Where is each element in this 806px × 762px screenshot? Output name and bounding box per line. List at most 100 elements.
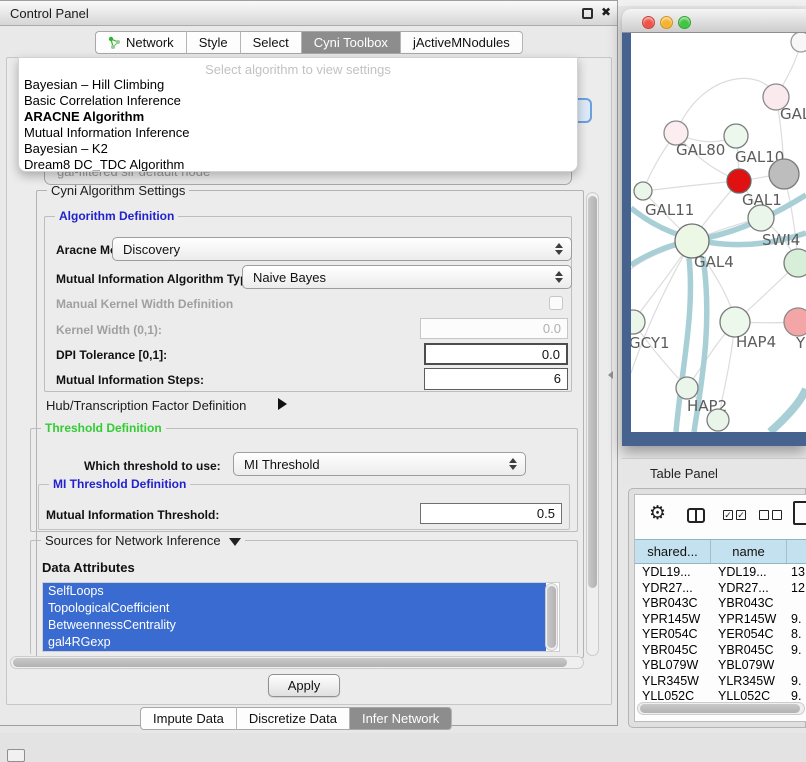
minimize-traffic-light-icon[interactable] <box>660 16 673 29</box>
table-cell: YER054C <box>711 627 787 643</box>
expand-arrow-icon[interactable] <box>278 398 287 410</box>
network-node-gcy1[interactable] <box>631 310 645 334</box>
algorithm-option[interactable]: Bayesian – Hill Climbing <box>19 77 577 93</box>
tab-cyni-toolbox-label: Cyni Toolbox <box>314 35 388 50</box>
settings-vertical-scrollbar-thumb[interactable] <box>588 196 597 588</box>
column-header-partial[interactable] <box>787 540 806 563</box>
network-node[interactable] <box>791 33 806 52</box>
combo-arrows-icon <box>555 270 564 284</box>
aracne-mode-value: Discovery <box>123 242 180 257</box>
close-traffic-light-icon[interactable] <box>642 16 655 29</box>
bottom-strip <box>0 733 806 762</box>
network-node-hap2[interactable] <box>676 377 698 399</box>
table-cell: YDR27... <box>711 581 787 597</box>
table-row[interactable]: YPR145WYPR145W9. <box>635 612 806 628</box>
tab-jactivemnodules[interactable]: jActiveMNodules <box>401 31 523 54</box>
checked-checkbox-icon[interactable]: ✓ <box>736 510 746 520</box>
network-node[interactable] <box>707 409 729 431</box>
gear-icon[interactable]: ⚙ <box>649 504 666 523</box>
network-node[interactable] <box>727 169 751 193</box>
table-panel-titlebar: Table Panel <box>622 458 806 486</box>
kernel-width-field[interactable]: 0.0 <box>420 318 568 339</box>
network-edge[interactable] <box>770 389 806 432</box>
which-threshold-combo[interactable]: MI Threshold <box>233 452 526 476</box>
settings-horizontal-scrollbar[interactable] <box>10 656 584 669</box>
dpi-tolerance-field[interactable]: 0.0 <box>424 343 568 365</box>
table-cell: YPR145W <box>635 612 711 628</box>
aracne-mode-combo[interactable]: Discovery <box>112 237 572 261</box>
manual-kernel-width-label: Manual Kernel Width Definition <box>56 297 233 311</box>
combo-arrows-icon <box>555 242 564 256</box>
manual-kernel-width-checkbox[interactable] <box>549 296 563 310</box>
network-node-y[interactable] <box>784 308 806 336</box>
algorithm-option[interactable]: Dream8 DC_TDC Algorithm <box>19 157 577 172</box>
network-canvas[interactable]: GALGAL80GAL10GAL1GAL11GAL4SWI4GCY1HAP4YH… <box>631 33 806 432</box>
table-cell <box>787 658 806 674</box>
table-cell: 9. <box>787 689 806 701</box>
algorithm-option[interactable]: Bayesian – K2 <box>19 141 577 157</box>
table-cell: YBR043C <box>711 596 787 612</box>
algorithm-option[interactable]: ARACNE Algorithm <box>19 109 577 125</box>
document-icon[interactable] <box>793 501 806 525</box>
float-window-icon[interactable] <box>582 8 593 19</box>
network-edge[interactable] <box>643 181 739 191</box>
table-horizontal-scrollbar[interactable] <box>637 702 805 715</box>
network-edge[interactable] <box>633 322 687 388</box>
tab-infer-network[interactable]: Infer Network <box>350 707 452 730</box>
column-header-shared-name[interactable]: shared... <box>635 540 711 563</box>
unchecked-checkbox-icon[interactable] <box>759 510 769 520</box>
unchecked-checkbox-icon[interactable] <box>772 510 782 520</box>
combo-arrows-icon <box>509 457 518 471</box>
table-row[interactable]: YDR27...YDR27...12 <box>635 581 806 597</box>
network-edge[interactable] <box>676 78 776 133</box>
collapse-arrow-icon[interactable] <box>229 538 241 546</box>
table-row[interactable]: YBL079WYBL079W <box>635 658 806 674</box>
table-panel-inner: ⚙ ✓ ✓ shared... name YDL19...YDL19...13Y… <box>634 494 806 722</box>
tab-style[interactable]: Style <box>187 31 241 54</box>
column-header-name[interactable]: name <box>711 540 787 563</box>
settings-vertical-scrollbar[interactable] <box>586 192 599 656</box>
apply-button[interactable]: Apply <box>268 674 340 697</box>
tab-style-label: Style <box>199 35 228 50</box>
zoom-traffic-light-icon[interactable] <box>678 16 691 29</box>
data-attribute-item[interactable]: gal4RGexp <box>43 634 546 651</box>
mi-algorithm-type-combo[interactable]: Naive Bayes <box>242 265 572 289</box>
data-attribute-item[interactable]: SelfLoops <box>43 583 546 600</box>
splitter-grip-icon[interactable] <box>608 371 613 379</box>
table-row[interactable]: YDL19...YDL19...13 <box>635 565 806 581</box>
data-attribute-item[interactable]: TopologicalCoefficient <box>43 600 546 617</box>
algorithm-option[interactable]: Mutual Information Inference <box>19 125 577 141</box>
mi-threshold-field[interactable]: 0.5 <box>420 503 562 524</box>
tab-discretize-data[interactable]: Discretize Data <box>237 707 350 730</box>
table-cell: YBR043C <box>635 596 711 612</box>
algorithm-option[interactable]: Basic Correlation Inference <box>19 93 577 109</box>
table-row[interactable]: YER054CYER054C8. <box>635 627 806 643</box>
table-row[interactable]: YBR045CYBR045C9. <box>635 643 806 659</box>
tab-network[interactable]: Network <box>95 31 187 54</box>
split-columns-icon[interactable] <box>687 508 705 523</box>
attributes-scrollbar-thumb[interactable] <box>547 586 556 648</box>
network-node-gal11[interactable] <box>634 182 652 200</box>
checked-checkbox-icon[interactable]: ✓ <box>723 510 733 520</box>
sources-group-title-text: Sources for Network Inference <box>45 533 221 548</box>
data-attributes-label: Data Attributes <box>42 560 135 575</box>
attributes-scrollbar[interactable] <box>545 583 558 651</box>
network-node-swi4[interactable] <box>784 249 806 277</box>
data-attribute-item[interactable]: BetweennessCentrality <box>43 617 546 634</box>
table-row[interactable]: YLL052CYLL052C9. <box>635 689 806 701</box>
table-horizontal-scrollbar-thumb[interactable] <box>640 704 800 713</box>
network-node-gal10[interactable] <box>724 124 748 148</box>
close-icon[interactable]: ✖ <box>601 5 611 19</box>
tab-select[interactable]: Select <box>241 31 302 54</box>
collapsed-panel-button[interactable] <box>7 749 25 762</box>
table-row[interactable]: YBR043CYBR043C <box>635 596 806 612</box>
table-cell: YBR045C <box>711 643 787 659</box>
tab-impute-data[interactable]: Impute Data <box>140 707 237 730</box>
tab-cyni-toolbox[interactable]: Cyni Toolbox <box>302 31 401 54</box>
bottom-tab-bar: Impute Data Discretize Data Infer Networ… <box>140 707 452 730</box>
mi-steps-field[interactable]: 6 <box>424 368 568 390</box>
table-row[interactable]: YLR345WYLR345W9. <box>635 674 806 690</box>
tab-select-label: Select <box>253 35 289 50</box>
network-node[interactable] <box>769 159 799 189</box>
settings-horizontal-scrollbar-thumb[interactable] <box>13 658 567 667</box>
